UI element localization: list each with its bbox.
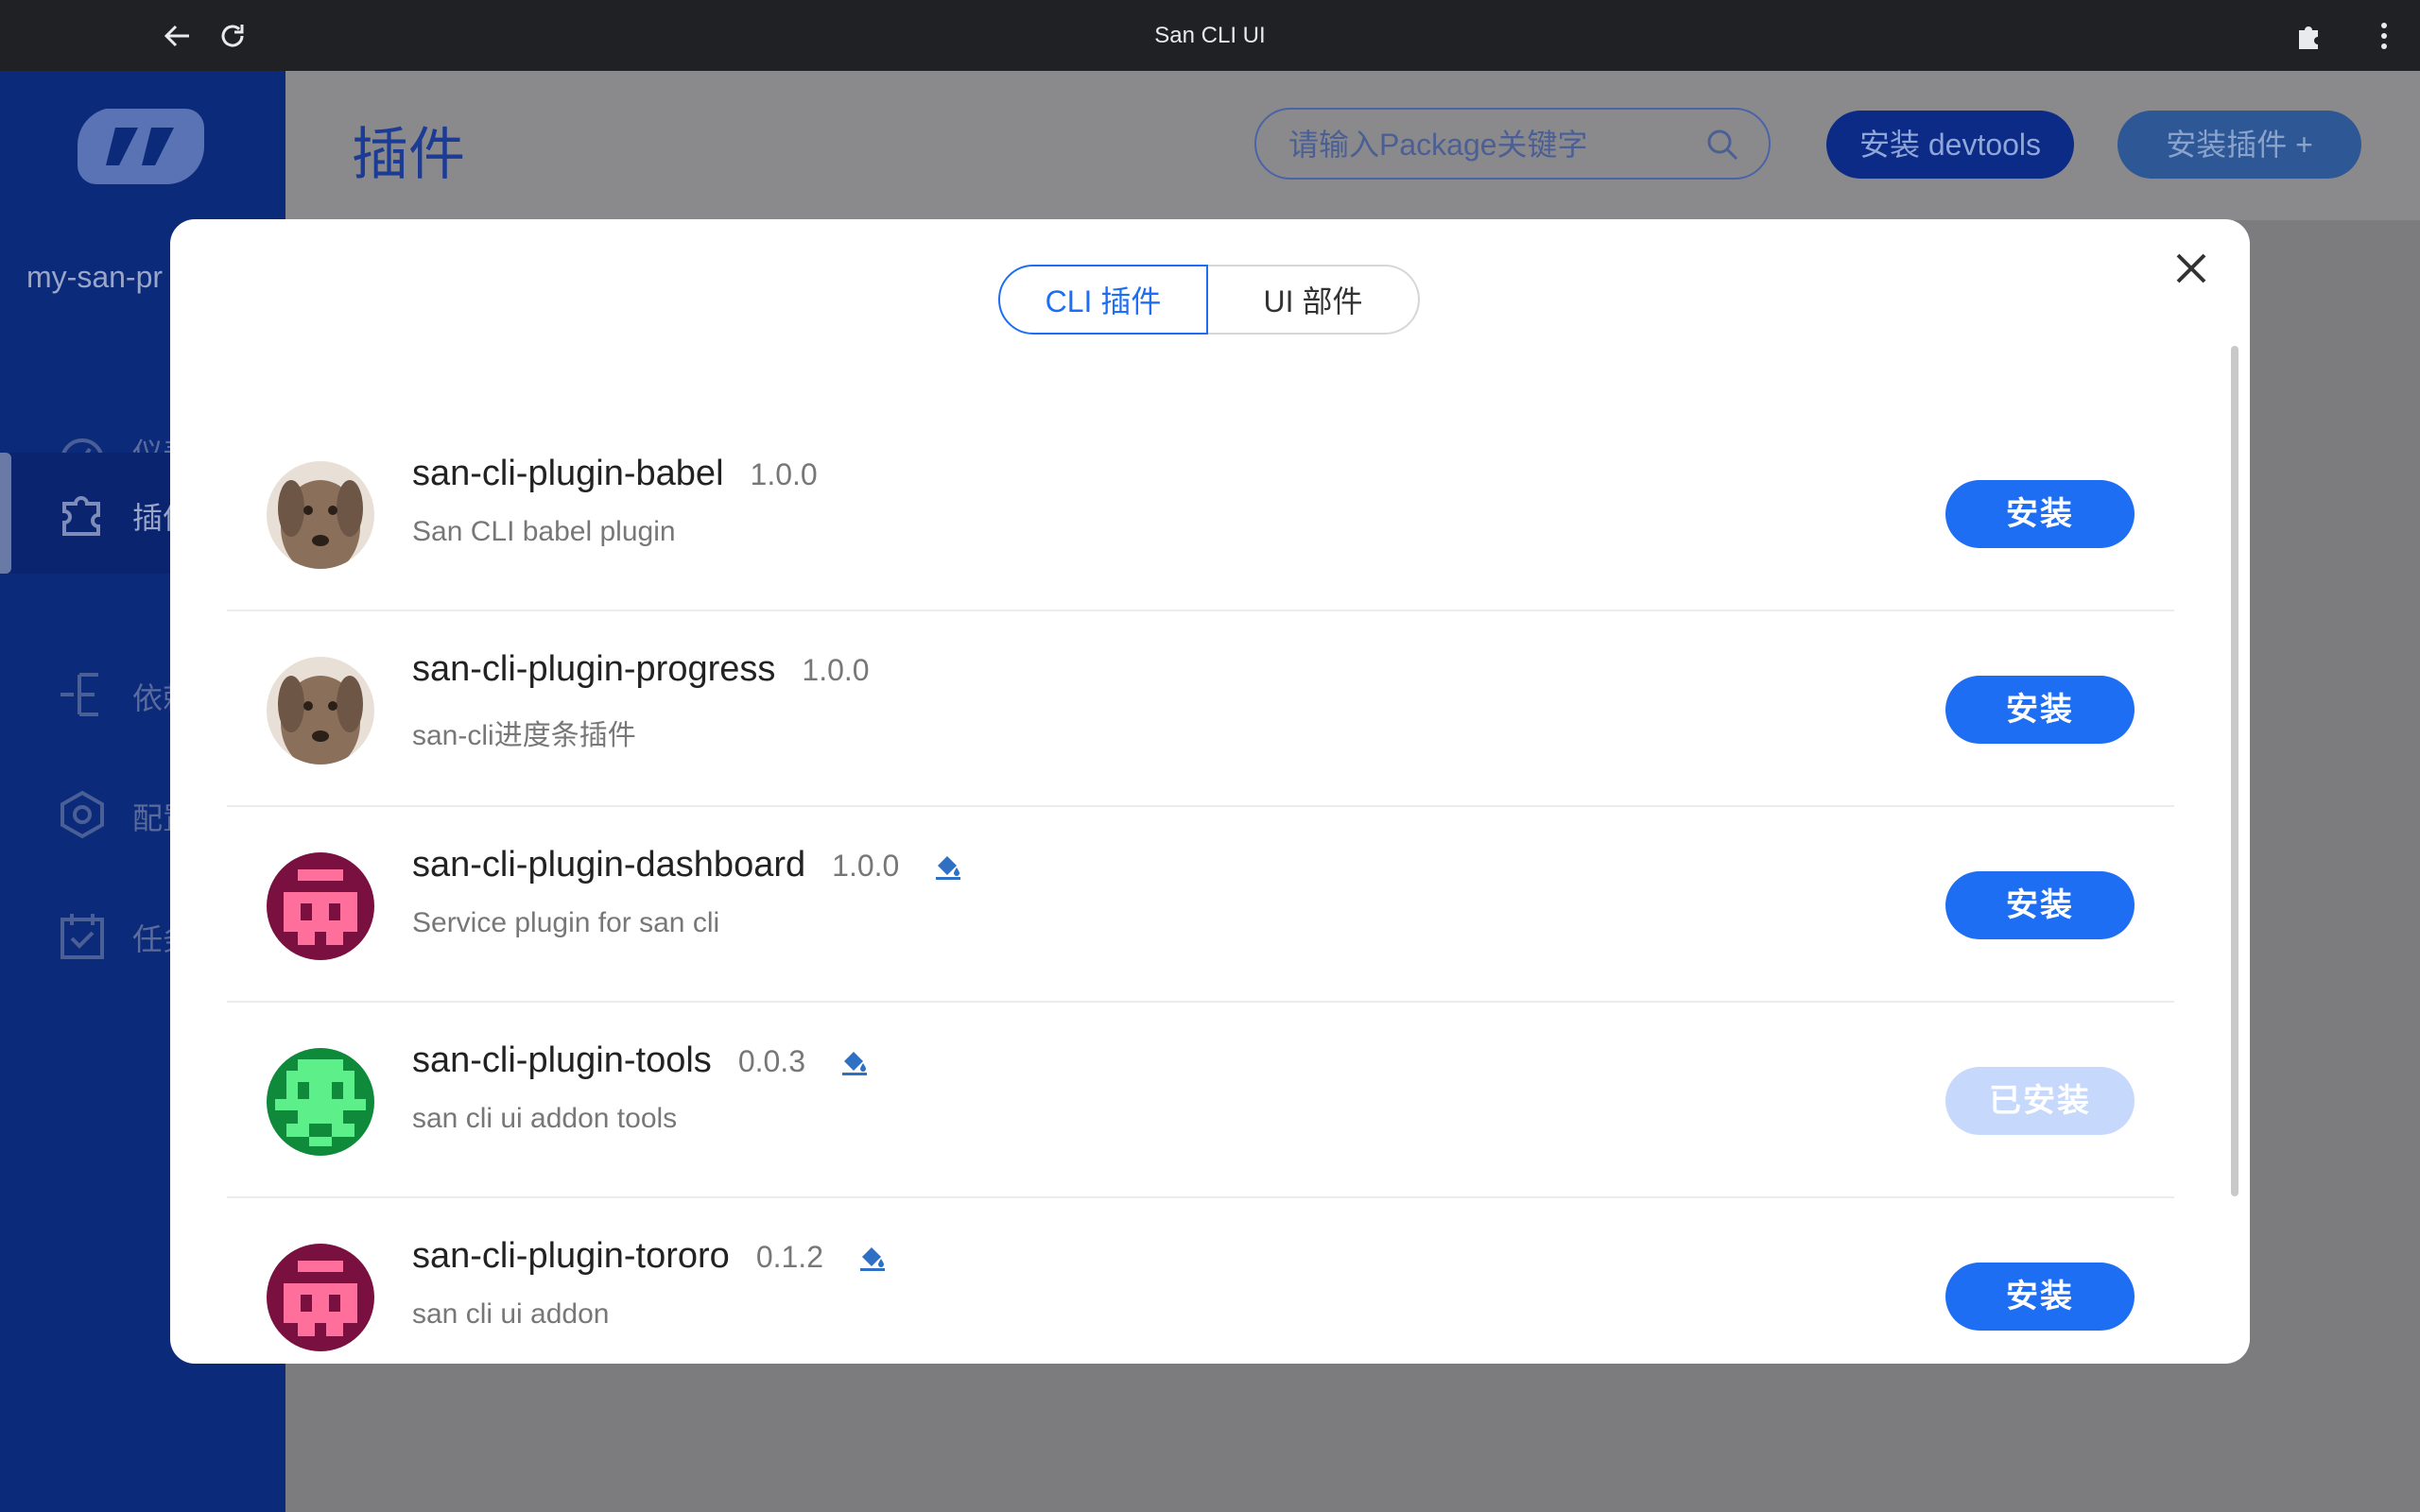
- installed-button[interactable]: 已安装: [1945, 1067, 2135, 1135]
- plugin-description: san cli ui addon tools: [412, 1103, 678, 1134]
- paint-bucket-icon: [841, 1051, 867, 1075]
- install-button[interactable]: 安装: [1945, 1263, 2135, 1331]
- plugin-avatar: [267, 461, 374, 569]
- plugin-name: san-cli-plugin-progress: [412, 649, 776, 689]
- window-title: San CLI UI: [1154, 23, 1266, 48]
- list-item: san-cli-plugin-tororo 0.1.2 san cli ui ad…: [227, 1198, 2174, 1364]
- page-header: 插件 安装 devtools 安装插件 +: [285, 71, 2420, 220]
- search-icon[interactable]: [1704, 127, 1740, 163]
- install-button[interactable]: 安装: [1945, 871, 2135, 939]
- install-plugin-button[interactable]: 安装插件 +: [2118, 111, 2361, 179]
- install-plugin-modal: CLI 插件 UI 部件 san-cli-plugin-babel 1.0.0: [170, 219, 2250, 1364]
- install-button[interactable]: 安装: [1945, 480, 2135, 548]
- paint-bucket-icon: [935, 855, 960, 880]
- page-title: 插件: [352, 123, 465, 186]
- project-name[interactable]: my-san-pr: [26, 260, 163, 295]
- plugin-name: san-cli-plugin-dashboard: [412, 845, 806, 885]
- list-item: san-cli-plugin-dashboard 1.0.0 Service pl…: [227, 807, 2174, 1003]
- plugin-avatar: [267, 852, 374, 960]
- tab-cli-plugins[interactable]: CLI 插件: [998, 265, 1208, 335]
- plugin-list: san-cli-plugin-babel 1.0.0 San CLI babel …: [227, 416, 2174, 1364]
- more-menu-icon[interactable]: [2365, 17, 2403, 55]
- plugin-description: san cli ui addon: [412, 1298, 610, 1330]
- list-item: san-cli-plugin-tools 0.0.3 san cli ui add…: [227, 1003, 2174, 1198]
- install-devtools-button[interactable]: 安装 devtools: [1826, 111, 2074, 179]
- paint-bucket-icon: [859, 1246, 885, 1271]
- search-input[interactable]: [1287, 110, 1706, 180]
- dependency-icon: [60, 673, 98, 716]
- scrollbar[interactable]: [2231, 346, 2238, 1196]
- plugin-avatar: [267, 1048, 374, 1156]
- plugin-type-tabs: CLI 插件 UI 部件: [998, 265, 1420, 338]
- plugin-version: 1.0.0: [832, 849, 900, 883]
- plugin-version: 0.0.3: [737, 1044, 805, 1078]
- plugin-description: san-cli进度条插件: [412, 720, 636, 751]
- tab-ui-widgets[interactable]: UI 部件: [1208, 265, 1420, 335]
- plugin-avatar: [267, 1244, 374, 1351]
- browser-titlebar: San CLI UI: [0, 0, 2420, 71]
- plugin-description: Service plugin for san cli: [412, 907, 720, 938]
- plugin-version: 0.1.2: [755, 1240, 823, 1274]
- extensions-icon[interactable]: [2290, 17, 2327, 55]
- puzzle-icon: [62, 496, 100, 536]
- search-box[interactable]: [1254, 108, 1771, 180]
- plugin-name: san-cli-plugin-tools: [412, 1040, 712, 1080]
- install-button[interactable]: 安装: [1945, 676, 2135, 744]
- list-item: san-cli-plugin-progress 1.0.0 san-cli进度条插…: [227, 611, 2174, 807]
- hexagon-icon: [60, 790, 104, 839]
- plugin-avatar: [267, 657, 374, 765]
- plugin-version: 1.0.0: [802, 653, 870, 687]
- san-logo-icon[interactable]: [77, 109, 205, 189]
- close-icon[interactable]: [2170, 248, 2212, 289]
- plugin-name: san-cli-plugin-babel: [412, 454, 724, 493]
- plugin-version: 1.0.0: [750, 457, 818, 491]
- plugin-description: San CLI babel plugin: [412, 516, 676, 547]
- calendar-icon: [60, 914, 104, 959]
- plugin-name: san-cli-plugin-tororo: [412, 1236, 730, 1276]
- list-item: san-cli-plugin-babel 1.0.0 San CLI babel …: [227, 416, 2174, 611]
